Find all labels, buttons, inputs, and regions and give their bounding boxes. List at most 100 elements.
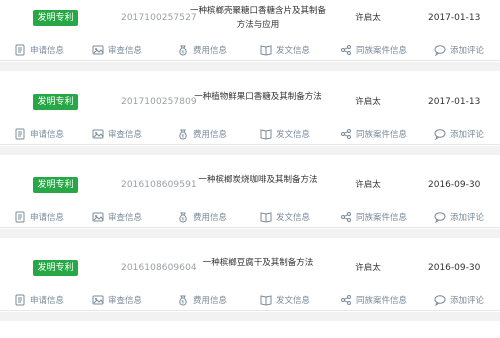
record-divider bbox=[0, 312, 500, 321]
speech-bubble-icon bbox=[434, 129, 446, 140]
review-info-label: 审查信息 bbox=[108, 46, 143, 56]
record-actions: 申请信息 审查信息 ¥ 费用信息 发文信息 同族案件信息 添加评论 bbox=[0, 124, 500, 145]
record-divider bbox=[0, 62, 500, 71]
application-date: 2017-01-13 bbox=[428, 13, 481, 23]
doc-info-link[interactable]: 发文信息 bbox=[260, 43, 310, 57]
family-info-link[interactable]: 同族案件信息 bbox=[340, 210, 407, 224]
share-icon bbox=[341, 295, 351, 305]
speech-bubble-icon bbox=[434, 212, 446, 223]
image-icon bbox=[92, 129, 104, 139]
patent-type-badge[interactable]: 发明专利 bbox=[33, 94, 78, 110]
add-comment-link[interactable]: 添加评论 bbox=[434, 293, 484, 307]
patent-title: 一种槟榔壳聚糖口香糖含片及其制备方法与应用 bbox=[189, 6, 326, 30]
image-icon bbox=[92, 295, 104, 305]
inventor-name: 许启太 bbox=[355, 263, 381, 273]
share-icon bbox=[341, 129, 351, 139]
fee-info-label: 费用信息 bbox=[193, 46, 228, 56]
doc-info-label: 发文信息 bbox=[276, 296, 311, 306]
apply-info-link[interactable]: 申请信息 bbox=[14, 210, 64, 224]
document-icon bbox=[15, 294, 25, 306]
book-icon bbox=[260, 45, 272, 56]
record-actions: 申请信息 审查信息 ¥ 费用信息 发文信息 同族案件信息 添加评论 bbox=[0, 40, 500, 61]
apply-info-link[interactable]: 申请信息 bbox=[14, 293, 64, 307]
family-info-label: 同族案件信息 bbox=[356, 46, 408, 56]
money-bag-icon: ¥ bbox=[179, 295, 187, 306]
document-icon bbox=[15, 128, 25, 140]
patent-title: 一种槟榔豆腐干及其制备方法 bbox=[202, 258, 314, 268]
apply-info-link[interactable]: 申请信息 bbox=[14, 43, 64, 57]
document-icon bbox=[15, 211, 25, 223]
doc-info-label: 发文信息 bbox=[276, 46, 311, 56]
doc-info-label: 发文信息 bbox=[276, 213, 311, 223]
review-info-link[interactable]: 审查信息 bbox=[92, 210, 142, 224]
record-actions: 申请信息 审查信息 ¥ 费用信息 发文信息 同族案件信息 添加评论 bbox=[0, 207, 500, 228]
apply-info-label: 申请信息 bbox=[30, 46, 65, 56]
fee-info-link[interactable]: ¥ 费用信息 bbox=[177, 210, 227, 224]
patent-type-badge[interactable]: 发明专利 bbox=[33, 177, 78, 193]
speech-bubble-icon bbox=[434, 45, 446, 56]
family-info-label: 同族案件信息 bbox=[356, 213, 408, 223]
record-actions: 申请信息 审查信息 ¥ 费用信息 发文信息 同族案件信息 添加评论 bbox=[0, 290, 500, 311]
record-divider bbox=[0, 229, 500, 238]
inventor-name: 许启太 bbox=[355, 97, 381, 107]
review-info-link[interactable]: 审查信息 bbox=[92, 43, 142, 57]
fee-info-link[interactable]: ¥ 费用信息 bbox=[177, 43, 227, 57]
fee-info-label: 费用信息 bbox=[193, 130, 228, 140]
inventor-name: 许启太 bbox=[355, 180, 381, 190]
patent-type-badge[interactable]: 发明专利 bbox=[33, 260, 78, 276]
application-date: 2017-01-13 bbox=[428, 97, 481, 107]
patent-type-badge[interactable]: 发明专利 bbox=[33, 10, 78, 26]
image-icon bbox=[92, 212, 104, 222]
image-icon bbox=[92, 45, 104, 55]
apply-info-label: 申请信息 bbox=[30, 130, 65, 140]
add-comment-label: 添加评论 bbox=[450, 296, 485, 306]
patent-record: 发明专利 2017100257527 一种槟榔壳聚糖口香糖含片及其制备方法与应用… bbox=[0, 4, 500, 88]
patent-record: 发明专利 2016108609591 一种槟榔炭烧咖啡及其制备方法 许启太 20… bbox=[0, 171, 500, 255]
add-comment-link[interactable]: 添加评论 bbox=[434, 210, 484, 224]
family-info-link[interactable]: 同族案件信息 bbox=[340, 43, 407, 57]
family-info-label: 同族案件信息 bbox=[356, 296, 408, 306]
add-comment-link[interactable]: 添加评论 bbox=[434, 127, 484, 141]
family-info-link[interactable]: 同族案件信息 bbox=[340, 127, 407, 141]
money-bag-icon: ¥ bbox=[179, 212, 187, 223]
review-info-label: 审查信息 bbox=[108, 213, 143, 223]
doc-info-link[interactable]: 发文信息 bbox=[260, 210, 310, 224]
record-divider bbox=[0, 146, 500, 155]
inventor-name: 许启太 bbox=[355, 13, 381, 23]
review-info-label: 审查信息 bbox=[108, 130, 143, 140]
review-info-link[interactable]: 审查信息 bbox=[92, 127, 142, 141]
add-comment-label: 添加评论 bbox=[450, 46, 485, 56]
add-comment-label: 添加评论 bbox=[450, 213, 485, 223]
patent-title: 一种植物鲜果口香糖及其制备方法 bbox=[194, 92, 322, 102]
money-bag-icon: ¥ bbox=[179, 129, 187, 140]
fee-info-label: 费用信息 bbox=[193, 213, 228, 223]
application-date: 2016-09-30 bbox=[428, 180, 481, 190]
apply-info-link[interactable]: 申请信息 bbox=[14, 127, 64, 141]
doc-info-link[interactable]: 发文信息 bbox=[260, 127, 310, 141]
book-icon bbox=[260, 295, 272, 306]
application-date: 2016-09-30 bbox=[428, 263, 481, 273]
share-icon bbox=[341, 212, 351, 222]
speech-bubble-icon bbox=[434, 295, 446, 306]
doc-info-link[interactable]: 发文信息 bbox=[260, 293, 310, 307]
review-info-link[interactable]: 审查信息 bbox=[92, 293, 142, 307]
share-icon bbox=[341, 45, 351, 55]
add-comment-label: 添加评论 bbox=[450, 130, 485, 140]
apply-info-label: 申请信息 bbox=[30, 296, 65, 306]
fee-info-link[interactable]: ¥ 费用信息 bbox=[177, 127, 227, 141]
apply-info-label: 申请信息 bbox=[30, 213, 65, 223]
fee-info-link[interactable]: ¥ 费用信息 bbox=[177, 293, 227, 307]
book-icon bbox=[260, 212, 272, 223]
add-comment-link[interactable]: 添加评论 bbox=[434, 43, 484, 57]
book-icon bbox=[260, 129, 272, 140]
review-info-label: 审查信息 bbox=[108, 296, 143, 306]
document-icon bbox=[15, 44, 25, 56]
family-info-link[interactable]: 同族案件信息 bbox=[340, 293, 407, 307]
family-info-label: 同族案件信息 bbox=[356, 130, 408, 140]
patent-record: 发明专利 2016108609604 一种槟榔豆腐干及其制备方法 许启太 201… bbox=[0, 254, 500, 338]
fee-info-label: 费用信息 bbox=[193, 296, 228, 306]
patent-record: 发明专利 2017100257809 一种植物鲜果口香糖及其制备方法 许启太 2… bbox=[0, 88, 500, 172]
doc-info-label: 发文信息 bbox=[276, 130, 311, 140]
patent-title: 一种槟榔炭烧咖啡及其制备方法 bbox=[198, 175, 318, 185]
money-bag-icon: ¥ bbox=[179, 45, 187, 56]
